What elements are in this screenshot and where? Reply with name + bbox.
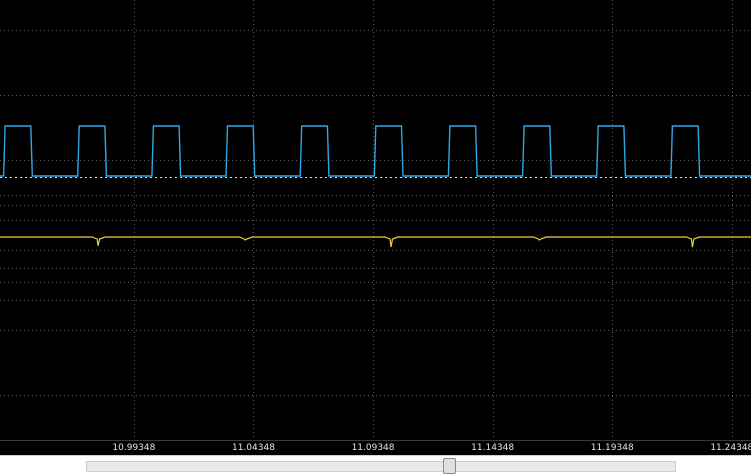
scrollbar-track[interactable] — [86, 461, 676, 472]
oscilloscope-window: 10.99348 11.04348 11.09348 11.14348 11.19348… — [0, 0, 751, 476]
waveform-plot — [0, 0, 751, 440]
x-tick-label: 11.14348 — [471, 443, 515, 453]
x-tick-label: 10.99348 — [112, 443, 156, 453]
x-tick-label: 11.04348 — [231, 443, 275, 453]
x-tick-label: 11.09348 — [351, 443, 395, 453]
channel-1-trace — [0, 125, 751, 177]
x-tick-label: 11.19348 — [590, 443, 634, 453]
time-axis: 10.99348 11.04348 11.09348 11.14348 11.19348… — [0, 440, 751, 456]
x-tick-label: 11.24348 — [710, 443, 751, 453]
channel-2-trace — [0, 236, 751, 248]
scrollbar-thumb[interactable] — [443, 458, 456, 474]
horizontal-scrollbar[interactable] — [0, 455, 751, 476]
